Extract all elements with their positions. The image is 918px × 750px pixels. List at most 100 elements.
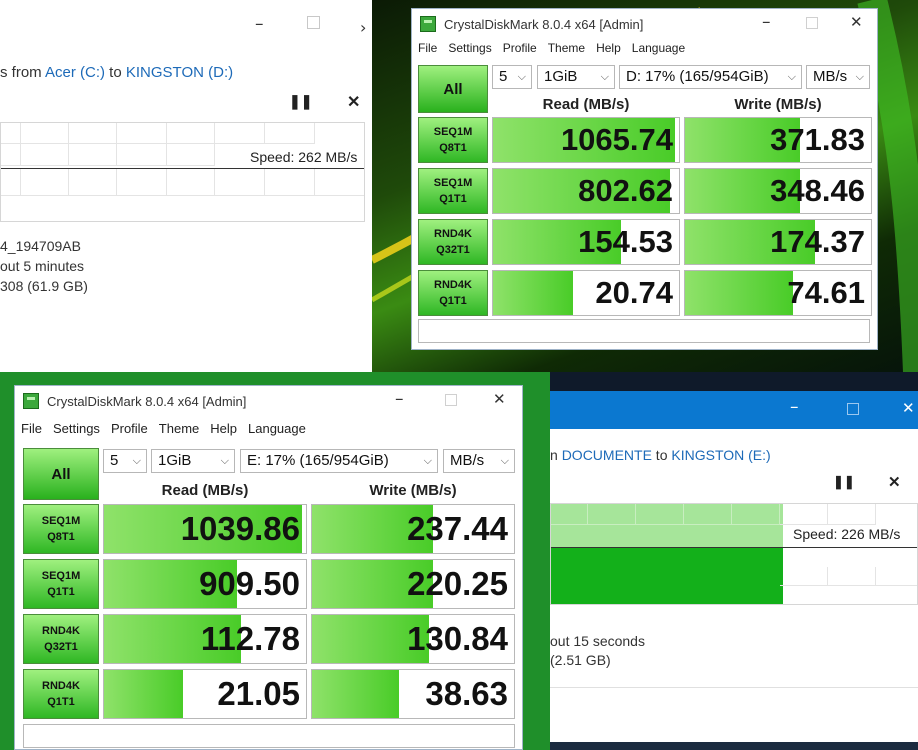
read-result-1: 909.50 <box>103 559 307 609</box>
speed-graph-2: Speed: 226 MB/s <box>550 503 918 605</box>
test-name: SEQ1M <box>41 515 81 527</box>
title-bar: CrystalDiskMark 8.0.4 x64 [Admin] – ✕ <box>15 386 522 416</box>
test-name: RND4K <box>42 625 80 637</box>
test-label-3[interactable]: RND4K Q1T1 <box>418 270 488 316</box>
close-icon[interactable]: ✕ <box>902 399 915 417</box>
unit-select[interactable]: MB/s ⌵ <box>806 65 870 89</box>
count-select[interactable]: 5 ⌵ <box>492 65 532 89</box>
test-name: RND4K <box>434 279 472 291</box>
target-link[interactable]: KINGSTON (D:) <box>126 64 233 81</box>
chevron-right-icon[interactable]: › <box>360 18 366 37</box>
target-link[interactable]: KINGSTON (E:) <box>671 447 770 463</box>
read-value: 1039.86 <box>180 510 300 547</box>
menu-language[interactable]: Language <box>248 421 306 436</box>
file-name: 4_194709AB <box>0 238 81 254</box>
drive-select[interactable]: D: 17% (165/954GiB) ⌵ <box>619 65 802 89</box>
test-name: RND4K <box>42 680 80 692</box>
menu-theme[interactable]: Theme <box>159 421 199 436</box>
test-queue: Q8T1 <box>439 142 467 154</box>
cdm-window-1: CrystalDiskMark 8.0.4 x64 [Admin] – ✕ Fi… <box>411 8 878 350</box>
items-remaining: (2.51 GB) <box>550 652 611 668</box>
menu-help[interactable]: Help <box>596 41 621 55</box>
read-value: 154.53 <box>578 224 673 259</box>
pause-icon[interactable]: ❚❚ <box>289 93 312 110</box>
close-icon[interactable]: ✕ <box>493 390 506 408</box>
test-label-0[interactable]: SEQ1M Q8T1 <box>23 504 99 554</box>
test-label-1[interactable]: SEQ1M Q1T1 <box>418 168 488 214</box>
menu-profile[interactable]: Profile <box>111 421 148 436</box>
speed-line <box>551 547 917 548</box>
write-value: 220.25 <box>407 565 508 602</box>
status-bar <box>418 319 870 343</box>
minimize-icon[interactable]: – <box>762 12 771 32</box>
menu-help[interactable]: Help <box>210 421 237 436</box>
menu-file[interactable]: File <box>418 41 437 55</box>
size-select[interactable]: 1GiB ⌵ <box>151 449 235 473</box>
maximize-icon[interactable] <box>307 16 320 29</box>
read-result-2: 112.78 <box>103 614 307 664</box>
chevron-down-icon: ⌵ <box>132 455 141 467</box>
title-bar: CrystalDiskMark 8.0.4 x64 [Admin] – ✕ <box>412 9 877 39</box>
test-label-2[interactable]: RND4K Q32T1 <box>23 614 99 664</box>
chevron-down-icon: ⌵ <box>855 71 864 83</box>
app-icon <box>420 16 436 32</box>
maximize-icon[interactable] <box>445 394 457 406</box>
minimize-icon[interactable]: – <box>255 14 264 34</box>
test-queue: Q1T1 <box>47 586 75 598</box>
test-label-0[interactable]: SEQ1M Q8T1 <box>418 117 488 163</box>
menu-theme[interactable]: Theme <box>548 41 585 55</box>
items-remaining: 308 (61.9 GB) <box>0 278 88 294</box>
speed-label: Speed: 226 MB/s <box>791 526 903 542</box>
maximize-icon[interactable] <box>806 17 818 29</box>
write-result-3: 38.63 <box>311 669 515 719</box>
chevron-down-icon: ⌵ <box>517 71 526 83</box>
unit-select[interactable]: MB/s ⌵ <box>443 449 515 473</box>
maximize-icon[interactable] <box>847 403 859 415</box>
test-label-2[interactable]: RND4K Q32T1 <box>418 219 488 265</box>
test-queue: Q1T1 <box>439 295 467 307</box>
pause-icon[interactable]: ❚❚ <box>833 474 855 490</box>
copy-dialog-1: – › s from Acer (C:) to KINGSTON (D:) ❚❚… <box>0 0 372 372</box>
write-header: Write (MB/s) <box>369 482 457 499</box>
all-button[interactable]: All <box>418 65 488 113</box>
count-select[interactable]: 5 ⌵ <box>103 449 147 473</box>
test-label-1[interactable]: SEQ1M Q1T1 <box>23 559 99 609</box>
source-link[interactable]: DOCUMENTE <box>562 447 652 463</box>
menu-file[interactable]: File <box>21 421 42 436</box>
status-bar <box>23 724 515 748</box>
menu-settings[interactable]: Settings <box>448 41 491 55</box>
menu-settings[interactable]: Settings <box>53 421 100 436</box>
test-name: SEQ1M <box>433 126 473 138</box>
speed-label: Speed: 262 MB/s <box>248 149 360 165</box>
read-result-3: 20.74 <box>492 270 680 316</box>
minimize-icon[interactable]: – <box>790 397 799 417</box>
write-result-1: 348.46 <box>684 168 872 214</box>
read-value: 112.78 <box>200 620 300 657</box>
drive-select[interactable]: E: 17% (165/954GiB) ⌵ <box>240 449 438 473</box>
cdm-window-2: CrystalDiskMark 8.0.4 x64 [Admin] – ✕ Fi… <box>14 385 523 750</box>
time-remaining: out 15 seconds <box>550 633 645 649</box>
time-remaining: out 5 minutes <box>0 258 85 274</box>
menu-profile[interactable]: Profile <box>503 41 537 55</box>
test-label-3[interactable]: RND4K Q1T1 <box>23 669 99 719</box>
minimize-icon[interactable]: – <box>395 389 404 409</box>
close-icon[interactable]: ✕ <box>888 473 901 491</box>
write-value: 74.61 <box>787 275 865 310</box>
test-queue: Q32T1 <box>44 641 78 653</box>
write-value: 174.37 <box>770 224 865 259</box>
copy-dialog-2: n DOCUMENTE to KINGSTON (E:) ❚❚ ✕ Speed:… <box>550 429 918 742</box>
title-bar: – ✕ <box>550 391 918 429</box>
read-header: Read (MB/s) <box>161 482 249 499</box>
close-icon[interactable]: ✕ <box>850 13 863 31</box>
chevron-down-icon: ⌵ <box>600 71 609 83</box>
all-button[interactable]: All <box>23 448 99 500</box>
read-result-1: 802.62 <box>492 168 680 214</box>
size-select[interactable]: 1GiB ⌵ <box>537 65 615 89</box>
close-icon[interactable]: ✕ <box>347 92 360 112</box>
write-bar <box>685 271 793 315</box>
chevron-down-icon: ⌵ <box>500 455 509 467</box>
menu-language[interactable]: Language <box>632 41 685 55</box>
source-link[interactable]: Acer (C:) <box>45 64 105 81</box>
read-value: 21.05 <box>217 675 300 712</box>
read-value: 20.74 <box>595 275 673 310</box>
